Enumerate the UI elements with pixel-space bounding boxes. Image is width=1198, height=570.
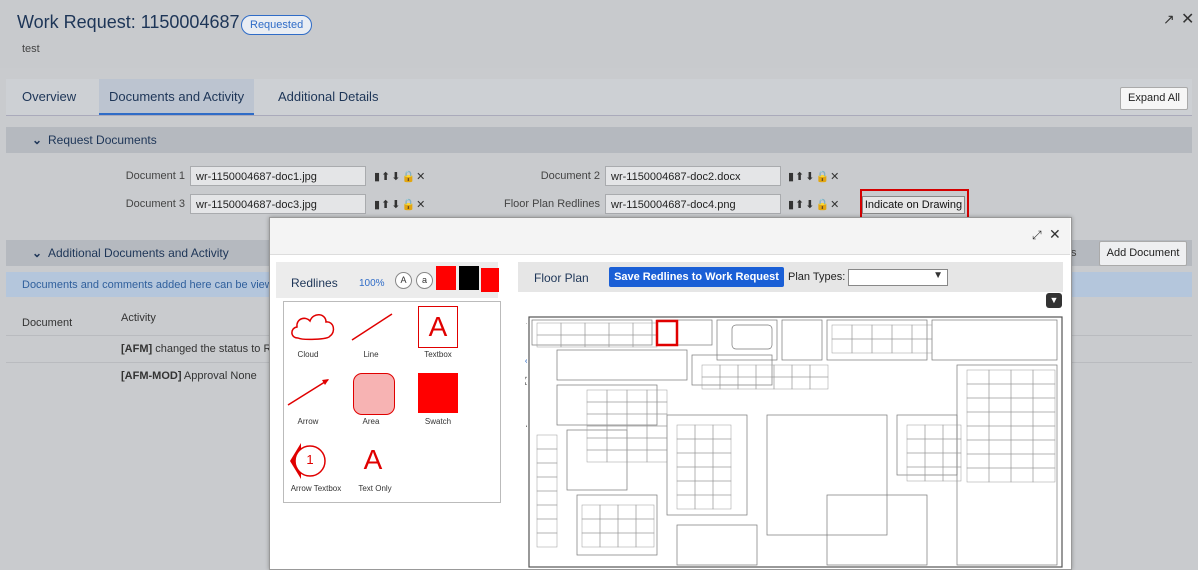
document-2-field[interactable]: wr-1150004687-doc2.docx	[605, 166, 781, 186]
floor-plan-redlines-label: Floor Plan Redlines	[504, 198, 600, 210]
chevron-down-icon: ⌄	[31, 246, 43, 260]
add-document-button[interactable]: Add Document	[1099, 241, 1187, 266]
tool-label: Swatch	[424, 417, 452, 426]
document-1-label: Document 1	[125, 170, 185, 182]
document-3-field[interactable]: wr-1150004687-doc3.jpg	[190, 194, 366, 214]
activity-text: changed the status to Re	[152, 343, 278, 355]
color-swatch-red[interactable]	[436, 266, 456, 290]
modal-close-icon[interactable]: ✕	[1049, 226, 1061, 243]
info-text: Documents and comments added here can be…	[22, 279, 273, 291]
tool-label: Textbox	[424, 350, 452, 359]
document-1-field[interactable]: wr-1150004687-doc1.jpg	[190, 166, 366, 186]
status-badge: Requested	[241, 15, 313, 35]
save-redlines-button[interactable]: Save Redlines to Work Request	[609, 267, 784, 287]
maximize-icon[interactable]: ⤢	[1032, 228, 1042, 243]
color-swatch-red-2[interactable]	[481, 268, 499, 292]
expand-icon[interactable]: ↗	[1163, 11, 1175, 28]
floor-plan-redlines-field[interactable]: wr-1150004687-doc4.png	[605, 194, 781, 214]
tab-additional-details[interactable]: Additional Details	[268, 79, 388, 115]
tab-bar: Overview Documents and Activity Addition…	[6, 79, 1192, 116]
cloud-icon[interactable]	[288, 308, 338, 344]
tool-label: Text Only	[358, 484, 392, 493]
tool-label: Line	[363, 350, 379, 359]
line-icon[interactable]	[350, 310, 395, 342]
document-2-actions-icon[interactable]: ▮⬆⬇🔒✕	[788, 170, 840, 183]
chevron-down-icon: ▼	[933, 270, 943, 281]
arrow-icon[interactable]	[286, 376, 332, 408]
text-only-icon[interactable]: A	[358, 444, 388, 476]
activity-user: [AFM]	[121, 343, 153, 355]
page-subtitle: test	[22, 43, 40, 55]
column-header-activity[interactable]: Activity	[121, 312, 156, 324]
floor-plan-title: Floor Plan	[534, 271, 589, 285]
document-2-label: Document 2	[540, 170, 600, 182]
swatch-icon[interactable]	[418, 373, 458, 413]
arrow-textbox-number: 1	[306, 452, 314, 467]
redlines-title: Redlines	[291, 276, 338, 290]
expand-all-button[interactable]: Expand All	[1120, 87, 1188, 110]
tool-label: Arrow	[297, 417, 319, 426]
zoom-level: 100%	[359, 278, 385, 289]
tool-label: Area	[362, 417, 380, 426]
section-title: Request Documents	[48, 133, 157, 147]
page-title: Work Request: 1150004687	[17, 12, 240, 32]
tab-overview[interactable]: Overview	[12, 79, 86, 115]
activity-user: [AFM-MOD]	[121, 370, 182, 382]
close-icon[interactable]: ✕	[1181, 9, 1194, 29]
column-header-document[interactable]: Document	[22, 317, 72, 329]
area-icon[interactable]	[353, 373, 395, 415]
activity-text: Approval None	[181, 370, 257, 382]
textbox-icon[interactable]: A	[418, 306, 458, 348]
floor-plan-drawing[interactable]	[527, 315, 1064, 568]
page-header	[0, 0, 1198, 68]
dropdown-toggle-icon[interactable]: ▼	[1046, 293, 1062, 308]
document-3-actions-icon[interactable]: ▮⬆⬇🔒✕	[374, 198, 426, 211]
tab-documents-and-activity[interactable]: Documents and Activity	[99, 79, 255, 115]
floor-plan-redlines-actions-icon[interactable]: ▮⬆⬇🔒✕	[788, 198, 840, 211]
plan-types-select[interactable]: ▼	[848, 269, 948, 286]
document-1-actions-icon[interactable]: ▮⬆⬇🔒✕	[374, 170, 426, 183]
font-small-button[interactable]: a	[416, 272, 433, 289]
modal-titlebar	[270, 218, 1070, 255]
plan-types-label: Plan Types:	[788, 271, 846, 283]
request-documents-header[interactable]: ⌄ Request Documents	[6, 127, 1192, 153]
chevron-down-icon: ⌄	[31, 133, 43, 147]
indicate-on-drawing-button[interactable]: Indicate on Drawing	[862, 196, 965, 214]
color-swatch-black[interactable]	[459, 266, 479, 290]
section-title: Additional Documents and Activity	[48, 246, 229, 260]
font-large-button[interactable]: A	[395, 272, 412, 289]
tool-label: Cloud	[297, 350, 319, 359]
document-3-label: Document 3	[125, 198, 185, 210]
